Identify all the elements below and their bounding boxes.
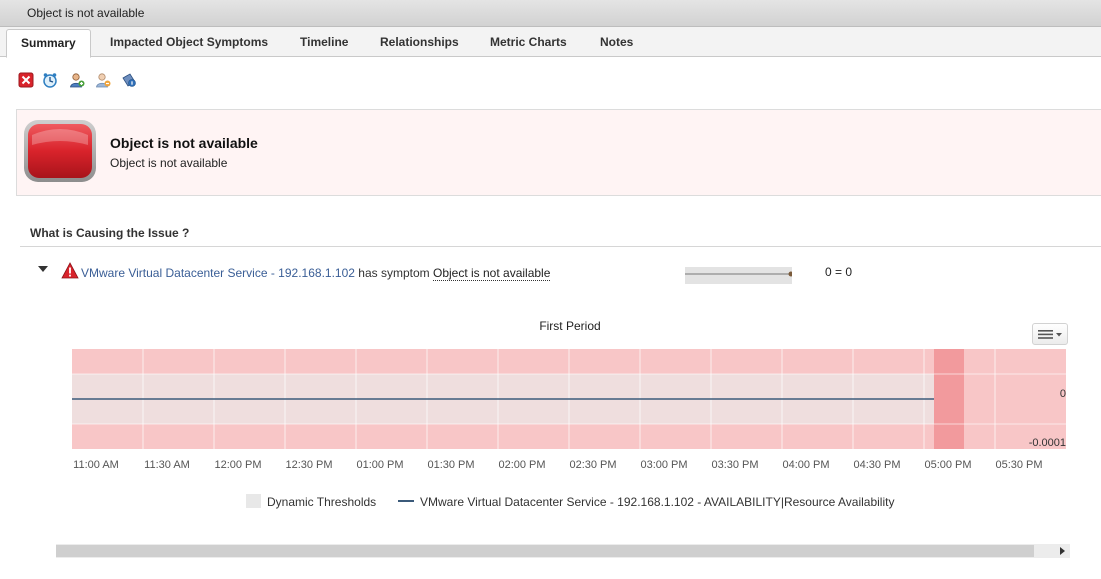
- tab-relationships[interactable]: Relationships: [380, 35, 459, 49]
- x-tick-label: 11:30 AM: [144, 459, 190, 471]
- tab-impacted-object-symptoms[interactable]: Impacted Object Symptoms: [110, 35, 268, 49]
- x-tick-label: 12:00 PM: [214, 459, 261, 471]
- tab-summary[interactable]: Summary: [6, 29, 91, 58]
- legend-swatch-dynamic-thresholds: [246, 494, 261, 508]
- release-ownership-icon[interactable]: [95, 72, 111, 88]
- x-tick-label: 11:00 AM: [73, 459, 119, 471]
- section-title-cause: What is Causing the Issue ?: [30, 226, 190, 240]
- sparkline: [685, 267, 792, 284]
- alert-summary-panel: Object is not available Object is not av…: [16, 109, 1101, 196]
- x-axis: 11:00 AM 11:30 AM 12:00 PM 12:30 PM 01:00 PM…: [73, 459, 1042, 471]
- scrollbar-thumb[interactable]: [56, 545, 1034, 557]
- symptom-link[interactable]: Object is not available: [432, 266, 551, 281]
- y-tick-label: 0: [1060, 388, 1066, 400]
- x-tick-label: 05:00 PM: [924, 459, 971, 471]
- suspend-icon[interactable]: [42, 72, 58, 88]
- tab-metric-charts[interactable]: Metric Charts: [490, 35, 567, 49]
- x-tick-label: 02:30 PM: [569, 459, 616, 471]
- collapse-arrow-icon[interactable]: [38, 266, 48, 272]
- section-divider: [20, 246, 1101, 247]
- chart-title: First Period: [539, 319, 600, 333]
- scroll-right-icon[interactable]: [1060, 547, 1065, 555]
- action-icon[interactable]: [121, 72, 137, 88]
- x-tick-label: 02:00 PM: [498, 459, 545, 471]
- symptom-equation: 0 = 0: [825, 265, 853, 279]
- critical-alert-icon: [24, 120, 96, 182]
- x-tick-label: 01:00 PM: [356, 459, 403, 471]
- x-tick-label: 01:30 PM: [427, 459, 474, 471]
- tab-bar: Summary Impacted Object Symptoms Timelin…: [0, 27, 1101, 58]
- warning-icon: [61, 262, 79, 279]
- chart-legend: Dynamic Thresholds VMware Virtual Datacen…: [246, 494, 894, 509]
- object-link[interactable]: VMware Virtual Datacenter Service - 192.…: [81, 266, 355, 280]
- alert-title: Object is not available: [110, 135, 258, 151]
- tab-notes[interactable]: Notes: [600, 35, 633, 49]
- x-tick-label: 04:30 PM: [853, 459, 900, 471]
- x-tick-label: 05:30 PM: [995, 459, 1042, 471]
- window-title: Object is not available: [27, 6, 145, 20]
- x-tick-label: 03:00 PM: [640, 459, 687, 471]
- has-symptom-text: has symptom: [358, 266, 430, 280]
- legend-label-series: VMware Virtual Datacenter Service - 192.…: [420, 495, 894, 509]
- alert-start-marker: [934, 349, 964, 449]
- alert-subtitle: Object is not available: [110, 156, 228, 170]
- x-tick-label: 03:30 PM: [711, 459, 758, 471]
- tab-timeline[interactable]: Timeline: [300, 35, 348, 49]
- cancel-alert-icon[interactable]: [18, 72, 34, 88]
- take-ownership-icon[interactable]: [69, 72, 85, 88]
- x-tick-label: 04:00 PM: [782, 459, 829, 471]
- symptom-row: VMware Virtual Datacenter Service - 192.…: [81, 266, 551, 281]
- window-titlebar: Object is not available: [0, 0, 1101, 27]
- plot-area: [72, 349, 1066, 449]
- y-tick-label: -0.0001: [1029, 437, 1066, 449]
- legend-label-dynamic-thresholds: Dynamic Thresholds: [267, 495, 376, 509]
- metric-chart: First Period 11:00 AM 11:30 AM 12:00 PM 12:…: [72, 319, 1066, 509]
- horizontal-scrollbar[interactable]: [56, 544, 1070, 558]
- x-tick-label: 12:30 PM: [285, 459, 332, 471]
